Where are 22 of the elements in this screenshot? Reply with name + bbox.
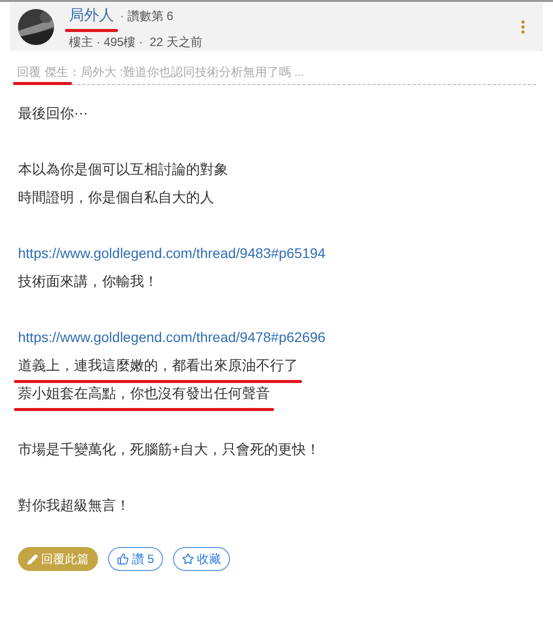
- reply-label: 回覆 傑生: [17, 65, 68, 79]
- pencil-icon: [27, 554, 38, 564]
- body-text: 對你我超級無言！: [18, 497, 130, 513]
- post-meta: 樓主 · 495樓 · 22 天之前: [69, 34, 202, 50]
- body-text: 最後回你⋯: [18, 105, 88, 121]
- body-text: 本以為你是個可以互相討論的對象: [18, 161, 228, 177]
- reply-button[interactable]: 回覆此篇: [18, 547, 98, 571]
- quote-text: ：局外大 :難道你也認同技術分析無用了嗎 ...: [68, 64, 304, 81]
- thread-link[interactable]: https://www.goldlegend.com/thread/9483#p65194: [18, 245, 326, 261]
- like-button[interactable]: 讚 5: [108, 547, 164, 571]
- body-text: 時間證明，你是個自私自大的人: [18, 189, 214, 205]
- body-text: 萘小姐套在高點，你也沒有發出任何聲音: [18, 385, 270, 401]
- body-text: 市場是千變萬化，死腦筋+自大，只會死的更快！: [18, 441, 320, 457]
- star-icon: [182, 553, 194, 565]
- body-text: 技術面來講，你輸我！: [18, 273, 158, 289]
- likes-rank: · 讚數第 6: [120, 8, 174, 24]
- favorite-button[interactable]: 收藏: [173, 547, 230, 571]
- body-text: 道義上，連我這麼嫩的，都看出來原油不行了: [18, 357, 298, 373]
- thread-link[interactable]: https://www.goldlegend.com/thread/9478#p62696: [18, 329, 326, 345]
- author-link[interactable]: 局外人: [69, 6, 114, 24]
- more-icon[interactable]: [521, 20, 525, 34]
- thumbs-up-icon: [117, 553, 129, 565]
